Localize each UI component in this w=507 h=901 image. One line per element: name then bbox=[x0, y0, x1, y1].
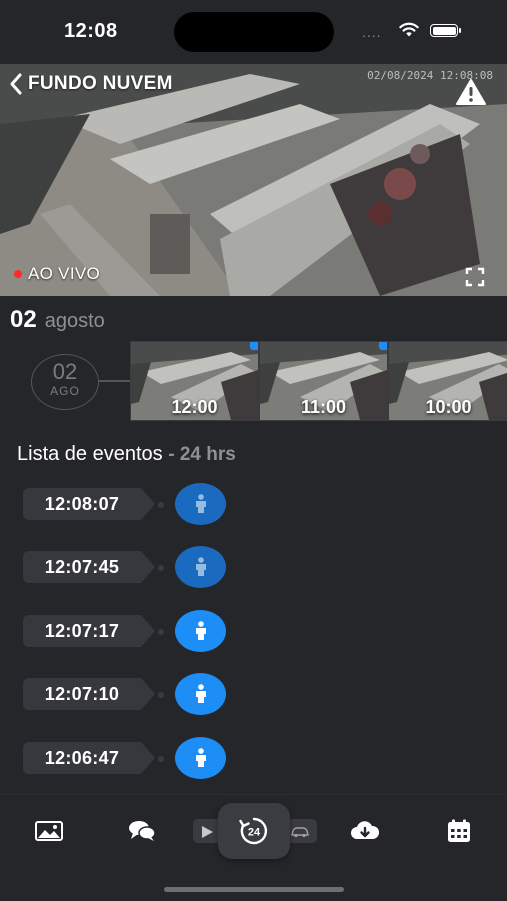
tab-calendar[interactable] bbox=[439, 815, 479, 847]
events-heading: Lista de eventos - 24 hrs bbox=[17, 443, 236, 466]
event-connector-dot bbox=[158, 756, 164, 762]
svg-text:24: 24 bbox=[248, 827, 261, 839]
tab-chat[interactable] bbox=[122, 815, 162, 847]
fullscreen-icon[interactable] bbox=[465, 267, 485, 287]
event-time: 12:07:17 bbox=[44, 621, 120, 641]
timeline[interactable]: 02 AGO 12:00 11:00 10:00 bbox=[0, 340, 507, 422]
event-row[interactable]: 12:07:45 bbox=[23, 546, 233, 588]
dynamic-island bbox=[174, 12, 334, 52]
date-heading: 02 agosto bbox=[10, 306, 105, 334]
live-dot bbox=[14, 270, 22, 278]
hour-thumbnail[interactable]: 10:00 bbox=[388, 341, 507, 421]
thumbnail-label: 12:00 bbox=[171, 397, 218, 417]
event-connector-dot bbox=[158, 502, 164, 508]
events-title: Lista de eventos bbox=[17, 443, 163, 465]
status-time: 12:08 bbox=[64, 20, 118, 42]
live-indicator: AO VIVO bbox=[14, 264, 100, 284]
event-connector-dot bbox=[158, 692, 164, 698]
cloud-download-icon bbox=[351, 821, 380, 839]
event-row[interactable]: 12:07:10 bbox=[23, 673, 233, 715]
event-connector-dot bbox=[158, 629, 164, 635]
event-type-badge[interactable] bbox=[175, 673, 226, 715]
wifi-icon bbox=[399, 22, 419, 37]
event-time-tag: 12:07:10 bbox=[23, 678, 155, 710]
thumbnail-label: 10:00 bbox=[425, 397, 472, 417]
event-time: 12:07:10 bbox=[44, 684, 120, 704]
hour-thumbnail[interactable]: 11:00 bbox=[259, 341, 388, 421]
signal-dots: .... bbox=[362, 24, 382, 40]
day-marker-month: AGO bbox=[50, 384, 80, 398]
event-time-tag: 12:07:17 bbox=[23, 615, 155, 647]
recording-marker bbox=[379, 342, 387, 350]
event-time: 12:06:47 bbox=[44, 748, 120, 768]
hour-thumbnail[interactable]: 12:00 bbox=[130, 341, 259, 421]
timeline-connector bbox=[99, 380, 131, 382]
day-marker-day: 02 bbox=[52, 359, 78, 384]
chevron-left-icon bbox=[10, 73, 22, 95]
event-time: 12:08:07 bbox=[44, 494, 120, 514]
warning-icon[interactable] bbox=[455, 78, 487, 106]
event-time-tag: 12:06:47 bbox=[23, 742, 155, 774]
event-row[interactable]: 12:07:17 bbox=[23, 610, 233, 652]
live-label: AO VIVO bbox=[28, 264, 101, 283]
person-icon bbox=[195, 748, 206, 767]
event-type-badge[interactable] bbox=[175, 483, 226, 525]
event-type-badge[interactable] bbox=[175, 610, 226, 652]
calendar-icon bbox=[448, 819, 470, 842]
tab-gallery[interactable] bbox=[29, 815, 69, 847]
car-icon bbox=[291, 827, 309, 838]
live-video[interactable]: FUNDO NUVEM 02/08/2024 12:08:08 AO VIVO bbox=[0, 64, 507, 296]
event-row[interactable]: 12:08:07 bbox=[23, 483, 233, 525]
events-period: - 24 hrs bbox=[168, 444, 236, 465]
camera-feed-image bbox=[0, 64, 507, 296]
event-row[interactable]: 12:06:47 bbox=[23, 737, 233, 779]
event-time: 12:07:45 bbox=[44, 557, 120, 577]
tab-cloud-download[interactable] bbox=[345, 815, 385, 847]
camera-title: FUNDO NUVEM bbox=[28, 73, 173, 94]
day-marker[interactable]: 02 AGO bbox=[31, 354, 99, 410]
bottom-nav: 24 bbox=[0, 794, 507, 901]
tab-24h-events[interactable]: 24 bbox=[218, 803, 290, 859]
chat-icon bbox=[129, 821, 156, 841]
status-bar: 12:08 .... bbox=[0, 0, 507, 64]
event-connector-dot bbox=[158, 565, 164, 571]
date-month: agosto bbox=[44, 310, 105, 332]
person-icon bbox=[195, 684, 206, 703]
person-icon bbox=[195, 621, 206, 640]
battery-icon bbox=[430, 24, 461, 37]
24h-icon: 24 bbox=[239, 817, 268, 845]
home-indicator[interactable] bbox=[164, 887, 344, 892]
date-day: 02 bbox=[10, 306, 37, 333]
thumbnail-label: 11:00 bbox=[300, 397, 347, 417]
back-button[interactable]: FUNDO NUVEM bbox=[8, 72, 173, 96]
event-time-tag: 12:07:45 bbox=[23, 551, 155, 583]
play-icon bbox=[202, 826, 213, 838]
event-type-badge[interactable] bbox=[175, 546, 226, 588]
event-type-badge[interactable] bbox=[175, 737, 226, 779]
gallery-icon bbox=[35, 821, 63, 841]
person-icon bbox=[195, 494, 206, 513]
event-time-tag: 12:08:07 bbox=[23, 488, 155, 520]
person-icon bbox=[195, 557, 206, 576]
recording-marker bbox=[250, 342, 258, 350]
